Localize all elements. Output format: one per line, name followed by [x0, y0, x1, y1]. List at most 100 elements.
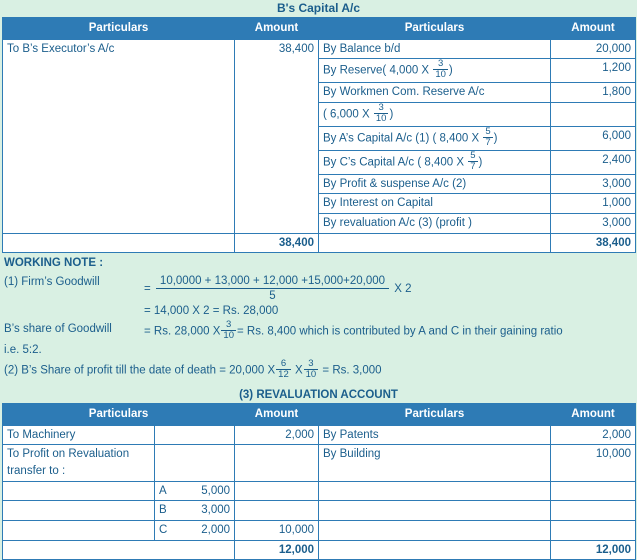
b-share-goodwill-label: B’s share of Goodwill [4, 322, 112, 335]
left-amount-cell [234, 444, 320, 482]
right-amount-cell [550, 519, 637, 541]
col-particulars-left: Particulars [1, 402, 236, 426]
right-amount-cell: 3,000 [550, 213, 636, 234]
fraction: 3 10 [221, 318, 236, 341]
fraction: 57 [483, 125, 493, 148]
capital-account-table: Particulars Amount Particulars Amount To… [2, 17, 636, 254]
working-note: WORKING NOTE : (1) Firm’s Goodwill = 10,… [4, 255, 633, 380]
working-note-heading: WORKING NOTE : [4, 257, 104, 270]
right-amount-cell: 2,000 [550, 424, 637, 446]
working-note-line-3: B’s share of Goodwill = Rs. 28,000 X 3 10 =… [4, 318, 633, 342]
right-amount-cell: 10,000 [550, 444, 637, 482]
total-left-label [1, 539, 236, 560]
right-particulars-cell: By Building [318, 444, 552, 482]
left-particulars-cell: To Profit on Revaluation transfer to : [2, 444, 155, 482]
right-amount-cell: 1,200 [550, 58, 636, 84]
right-amount-cell: 3,000 [550, 173, 636, 195]
total-left-label [2, 232, 235, 254]
col-particulars-right: Particulars [318, 17, 551, 40]
left-sub-amount: 3,000 [194, 500, 235, 521]
left-amount-cell: 10,000 [234, 519, 320, 541]
left-amount-cell [234, 480, 320, 502]
left-sub-label: B [154, 500, 195, 521]
left-sub-label: A [154, 480, 195, 502]
working-note-line-1: (1) Firm’s Goodwill = 10,0000 + 13,000 +… [4, 274, 633, 304]
left-sub-amount [194, 444, 235, 482]
left-sub-amount [194, 424, 235, 446]
left-sub-amount: 5,000 [194, 480, 235, 502]
right-particulars-cell: By Workmen Com. Reserve A/c [318, 82, 551, 103]
left-particulars-cell [2, 480, 155, 502]
document-page: B's Capital A/c Particulars Amount Parti… [0, 0, 637, 560]
col-particulars-left: Particulars [2, 17, 235, 40]
right-particulars-cell: By Balance b/d [318, 38, 551, 60]
total-left-amount: 38,400 [234, 232, 319, 254]
left-particulars-cell [2, 500, 155, 521]
capital-account-title: B's Capital A/c [276, 1, 361, 15]
left-sub-label: C [154, 519, 195, 541]
fraction: 3 10 [373, 101, 389, 124]
total-right-amount: 12,000 [550, 539, 637, 560]
right-amount-cell [550, 101, 636, 127]
col-amount-left: Amount [234, 402, 320, 426]
right-amount-cell: 6,000 [550, 125, 636, 151]
table-row: To B’s Executor’s A/c 38,400 By Balance … [2, 38, 636, 234]
total-right-amount: 38,400 [550, 232, 636, 254]
right-particulars-cell: By Interest on Capital [318, 193, 551, 215]
working-note-line-5: (2) B’s Share of profit till the date of… [4, 357, 382, 380]
goodwill-result: = 14,000 X 2 = Rs. 28,000 [144, 305, 279, 318]
revaluation-table: Particulars Amount Particulars Amount To… [1, 402, 637, 560]
right-particulars-cell: By Reserve( 4,000 X 3 10) [318, 58, 551, 84]
totals-row: 38,400 38,400 [2, 232, 636, 254]
goodwill-label: (1) Firm’s Goodwill [4, 275, 100, 288]
right-particulars-cell: By Patents [318, 424, 552, 446]
left-amount-cell: 2,000 [234, 424, 320, 446]
fraction: 3 10 [303, 357, 319, 380]
right-amount-cell: 1,000 [550, 193, 636, 215]
right-amount-cell: 20,000 [550, 38, 636, 60]
right-particulars-cell: ( 6,000 X 3 10) [318, 101, 551, 127]
col-amount-left: Amount [234, 17, 319, 40]
left-sub-amount: 2,000 [194, 519, 235, 541]
col-particulars-right: Particulars [318, 402, 552, 426]
right-particulars-cell [318, 519, 552, 541]
table-row: A 5,000 [2, 480, 637, 502]
goodwill-fraction: 10,0000 + 13,000 + 12,000 +15,000+20,000… [155, 274, 390, 304]
left-amount-cell [234, 500, 320, 521]
fraction: 57 [468, 149, 478, 172]
gaining-ratio-line: i.e. 5:2. [4, 343, 42, 356]
fraction: 3 10 [433, 58, 448, 81]
fraction: 6 12 [276, 357, 291, 380]
revaluation-title: (3) REVALUATION ACCOUNT [239, 388, 398, 401]
goodwill-formula: = 10,0000 + 13,000 + 12,000 +15,000+20,0… [144, 274, 412, 304]
right-particulars-cell [318, 480, 552, 502]
right-amount-cell [550, 480, 637, 502]
right-particulars-cell [318, 500, 552, 521]
right-amount-cell: 2,400 [550, 149, 636, 175]
table-row: To Machinery 2,000 By Patents 2,000 [2, 424, 637, 446]
right-particulars-cell: By A’s Capital A/c (1) ( 8,400 X 5 7) [318, 125, 551, 151]
right-amount-cell [550, 500, 637, 521]
right-particulars-cell: By Profit & suspense A/c (2) [318, 173, 551, 195]
table-header-row: Particulars Amount Particulars Amount [1, 402, 637, 426]
total-right-label [318, 232, 551, 254]
left-sub-label [154, 424, 195, 446]
left-amount-cell: 38,400 [234, 38, 319, 234]
left-particulars-cell [2, 519, 155, 541]
totals-row: 12,000 12,000 [1, 539, 637, 560]
table-row: B 3,000 [2, 500, 637, 521]
col-amount-right: Amount [550, 402, 637, 426]
col-amount-right: Amount [550, 17, 636, 40]
total-left-amount: 12,000 [234, 539, 320, 560]
right-particulars-cell: By revaluation A/c (3) (profit ) [318, 213, 551, 234]
working-note-line-2: = 14,000 X 2 = Rs. 28,000 [4, 303, 633, 320]
table-header-row: Particulars Amount Particulars Amount [2, 17, 636, 40]
table-row: To Profit on Revaluation transfer to : B… [2, 444, 637, 482]
right-particulars-cell: By C’s Capital A/c ( 8,400 X 5 7) [318, 149, 551, 175]
left-particulars-cell: To Machinery [2, 424, 155, 446]
table-row: C 2,000 10,000 [2, 519, 637, 541]
right-amount-cell: 1,800 [550, 82, 636, 103]
total-right-label [318, 539, 552, 560]
b-share-goodwill-value: = Rs. 28,000 X 3 10 = Rs. 8,400 which is co… [144, 318, 563, 341]
spacer-cell [4, 303, 144, 320]
